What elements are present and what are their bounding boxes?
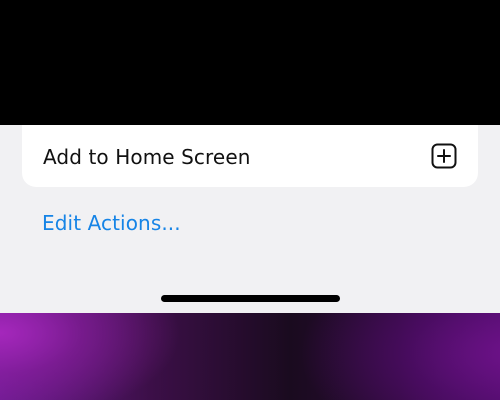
action-label: Add to Home Screen xyxy=(43,144,251,169)
plus-square-icon xyxy=(430,142,458,170)
add-to-home-screen-action[interactable]: Add to Home Screen xyxy=(22,125,478,187)
share-sheet: Add to Home Screen Edit Actions... xyxy=(0,125,500,313)
edit-actions-link[interactable]: Edit Actions... xyxy=(42,213,181,233)
wallpaper-background xyxy=(0,313,500,400)
top-black-area xyxy=(0,0,500,125)
home-indicator[interactable] xyxy=(161,295,340,302)
